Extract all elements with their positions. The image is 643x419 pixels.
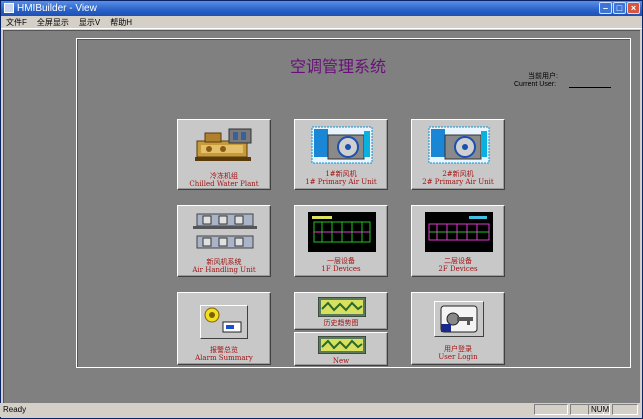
chiller-label-cn: 冷冻机组	[210, 172, 238, 180]
title-bar: HMIBuilder - View – □ ×	[1, 1, 642, 16]
ahu-label-en: Air Handling Unit	[192, 266, 256, 274]
user-login-label-cn: 用户登录	[444, 345, 472, 353]
ahu-icon	[193, 213, 257, 249]
new-trend-button[interactable]: New	[294, 332, 388, 366]
menu-fullscreen[interactable]: 全屏显示	[32, 16, 74, 28]
floor1-label-cn: 一层设备	[327, 257, 355, 265]
menu-file[interactable]: 文件F	[1, 16, 32, 28]
menu-view[interactable]: 显示V	[74, 16, 105, 28]
status-panel-caps	[534, 404, 568, 415]
alarm-icon	[204, 307, 242, 333]
floor1-label-en: 1F Devices	[321, 265, 361, 273]
history-trend-button[interactable]: 历史趋势图	[294, 292, 388, 330]
app-icon	[4, 3, 14, 13]
alarm-button[interactable]: 报警总览 Alarm Summary	[177, 292, 271, 365]
status-text: Ready	[3, 405, 27, 414]
alarm-icon-frame	[200, 305, 248, 339]
status-num: NUM	[588, 404, 610, 415]
pau1-label-cn: 1#新风机	[325, 170, 357, 178]
trend-chart-icon	[318, 297, 366, 317]
pau2-label-cn: 2#新风机	[442, 170, 474, 178]
status-bar: Ready NUM	[0, 403, 641, 417]
menu-help[interactable]: 帮助H	[105, 16, 137, 28]
floor2-label-en: 2F Devices	[438, 265, 478, 273]
alarm-label-cn: 报警总览	[210, 346, 238, 354]
pau2-button[interactable]: 2#新风机 2# Primary Air Unit	[411, 119, 505, 190]
ahu-button[interactable]: 新风机系统 Air Handling Unit	[177, 205, 271, 277]
current-user: 当前用户: Current User:	[514, 73, 611, 89]
window-title: HMIBuilder - View	[17, 3, 97, 14]
trend-chart-icon	[318, 336, 366, 354]
pau2-label-en: 2# Primary Air Unit	[422, 178, 494, 186]
minimize-button[interactable]: –	[599, 2, 612, 14]
chiller-button[interactable]: 冷冻机组 Chilled Water Plant	[177, 119, 271, 190]
floor-plan-icon	[308, 212, 376, 252]
chiller-label-en: Chilled Water Plant	[189, 180, 259, 188]
floor1-button[interactable]: 一层设备 1F Devices	[294, 205, 388, 277]
current-user-value	[569, 87, 611, 88]
user-login-label-en: User Login	[438, 353, 478, 361]
ahu-label-cn: 新风机系统	[206, 258, 242, 266]
floor-plan-icon	[425, 212, 493, 252]
floor2-button[interactable]: 二层设备 2F Devices	[411, 205, 505, 277]
login-icon-frame	[434, 301, 484, 337]
key-lock-icon	[440, 305, 478, 333]
current-user-label-cn: 当前用户:	[528, 73, 558, 80]
floor2-label-cn: 二层设备	[444, 257, 472, 265]
pau1-label-en: 1# Primary Air Unit	[305, 178, 377, 186]
status-panel-scroll	[612, 404, 638, 415]
pau1-button[interactable]: 1#新风机 1# Primary Air Unit	[294, 119, 388, 190]
current-user-label-en: Current User:	[514, 81, 557, 88]
system-title: 空调管理系统	[282, 57, 395, 77]
chiller-icon	[195, 128, 252, 161]
alarm-label-en: Alarm Summary	[195, 354, 253, 362]
fan-unit-icon	[428, 126, 490, 164]
fan-unit-icon	[311, 126, 373, 164]
user-login-button[interactable]: 用户登录 User Login	[411, 292, 505, 365]
menu-bar: 文件F 全屏显示 显示V 帮助H	[1, 16, 642, 29]
history-trend-label: 历史趋势图	[323, 319, 359, 327]
maximize-button[interactable]: □	[613, 2, 626, 14]
new-trend-label: New	[332, 357, 350, 365]
close-button[interactable]: ×	[627, 2, 640, 14]
